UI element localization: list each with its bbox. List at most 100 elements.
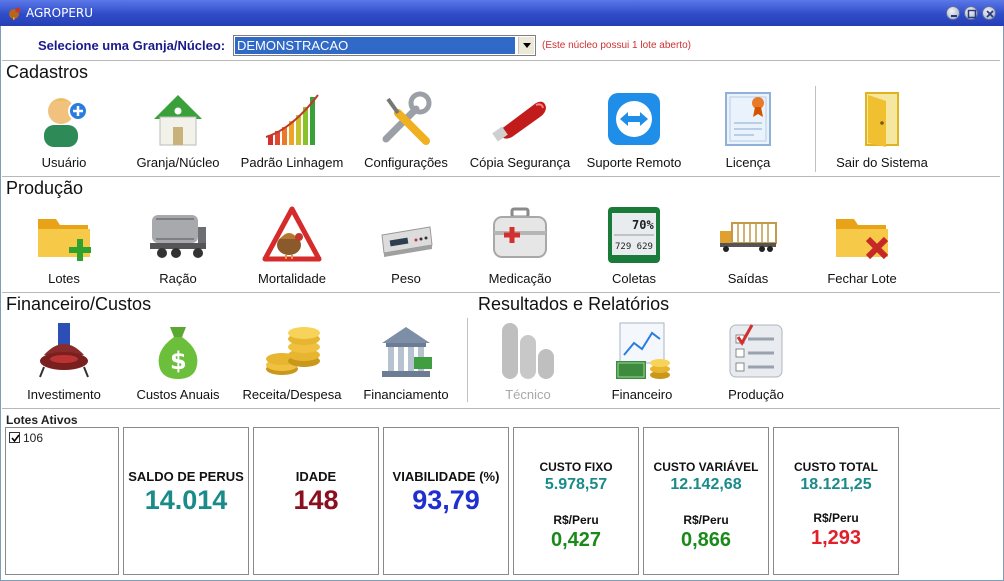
custo-fixo-label: CUSTO FIXO <box>539 460 613 474</box>
window-title: AGROPERU <box>26 6 94 20</box>
section-title-financeiro: Financeiro/Custos <box>6 294 152 314</box>
investimento-label: Investimento <box>27 387 101 402</box>
custo-variavel-per-peru-value: 0,866 <box>680 529 732 551</box>
suporte-remoto-button[interactable]: Suporte Remoto <box>574 89 694 185</box>
investimento-button[interactable]: Investimento <box>4 321 124 417</box>
granja-select-value: DEMONSTRACAO <box>235 37 515 54</box>
viabilidade-card: VIABILIDADE (%) 93,79 <box>383 427 509 575</box>
divider <box>2 60 1000 61</box>
tools-icon <box>382 91 432 145</box>
lotes-ativos-list: 106 <box>5 427 119 575</box>
title-bar: AGROPERU <box>0 0 1004 26</box>
mortalidade-button[interactable]: Mortalidade <box>232 205 352 301</box>
granja-nucleo-button[interactable]: Granja/Núcleo <box>118 89 238 185</box>
custo-total-per-peru-label: R$/Peru <box>813 511 859 525</box>
custo-variavel-per-peru-label: R$/Peru <box>683 513 729 527</box>
divider <box>2 176 1000 177</box>
custo-fixo-per-peru-value: 0,427 <box>550 529 602 551</box>
medicacao-label: Medicação <box>488 271 552 286</box>
receita-despesa-button[interactable]: Receita/Despesa <box>232 321 352 417</box>
remote-support-icon <box>608 93 660 145</box>
granja-selector-label: Selecione uma Granja/Núcleo: <box>38 38 226 53</box>
close-button[interactable] <box>982 6 996 20</box>
suporte-remoto-label: Suporte Remoto <box>586 155 682 170</box>
granja-select-dropdown[interactable] <box>518 37 534 54</box>
lotes-ativos-title: Lotes Ativos <box>6 413 78 427</box>
divider <box>2 292 1000 293</box>
user-add-icon <box>44 98 88 147</box>
maximize-button[interactable] <box>964 6 978 20</box>
peso-label: Peso <box>391 271 421 286</box>
usb-drive-icon <box>492 101 546 142</box>
tecnico-label: Técnico <box>505 387 551 402</box>
svg-text:$: $ <box>170 347 187 375</box>
feeder-icon <box>39 323 89 378</box>
divider <box>2 408 1000 409</box>
close-icon <box>986 10 994 18</box>
maximize-icon <box>967 9 977 19</box>
copia-seguranca-label: Cópia Segurança <box>469 155 571 170</box>
folder-close-icon <box>836 219 889 260</box>
peso-button[interactable]: Peso <box>346 205 466 301</box>
saidas-button[interactable]: Saídas <box>688 205 808 301</box>
scale-icon <box>381 226 433 257</box>
svg-text:70%: 70% <box>632 218 654 232</box>
list-item[interactable]: 106 <box>9 431 43 445</box>
lote-checkbox[interactable] <box>9 432 20 443</box>
custos-anuais-button[interactable]: $ Custos Anuais <box>118 321 238 417</box>
section-title-cadastros: Cadastros <box>6 62 89 82</box>
lotes-button[interactable]: Lotes <box>4 205 124 301</box>
idade-label: IDADE <box>295 469 337 484</box>
producao-report-button[interactable]: Produção <box>696 321 816 417</box>
financiamento-label: Financiamento <box>363 387 449 402</box>
racao-label: Ração <box>159 271 197 286</box>
custos-anuais-label: Custos Anuais <box>136 387 220 402</box>
coletas-label: Coletas <box>611 271 657 286</box>
granja-nucleo-label: Granja/Núcleo <box>136 155 220 170</box>
money-bag-icon: $ <box>158 327 198 379</box>
fechar-lote-button[interactable]: Fechar Lote <box>802 205 922 301</box>
custo-fixo-value: 5.978,57 <box>544 476 608 493</box>
padrao-linhagem-label: Padrão Linhagem <box>240 155 344 170</box>
lotes-label: Lotes <box>48 271 80 286</box>
padrao-linhagem-button[interactable]: Padrão Linhagem <box>232 89 352 185</box>
thermometer-display-icon: 70% 729 629 <box>608 207 660 263</box>
chevron-down-icon <box>523 43 531 48</box>
open-lot-note: (Este núcleo possui 1 lote aberto) <box>542 40 691 51</box>
coletas-button[interactable]: 70% 729 629 Coletas <box>574 205 694 301</box>
licenca-button[interactable]: Licença <box>688 89 808 185</box>
feed-truck-icon <box>150 215 206 258</box>
exit-door-icon <box>865 92 899 147</box>
fechar-lote-label: Fechar Lote <box>827 271 897 286</box>
financeiro-report-label: Financeiro <box>611 387 673 402</box>
custo-total-value: 18.121,25 <box>800 476 872 493</box>
minimize-button[interactable] <box>946 6 960 20</box>
saldo-perus-value: 14.014 <box>144 485 228 515</box>
racao-button[interactable]: Ração <box>118 205 238 301</box>
custo-total-label: CUSTO TOTAL <box>794 460 878 474</box>
viabilidade-label: VIABILIDADE (%) <box>392 469 500 484</box>
financiamento-button[interactable]: Financiamento <box>346 321 466 417</box>
transport-truck-icon <box>720 222 777 252</box>
saldo-perus-card: SALDO DE PERUS 14.014 <box>123 427 249 575</box>
lote-number: 106 <box>23 431 44 445</box>
financial-report-icon <box>616 322 670 379</box>
usuario-button[interactable]: Usuário <box>4 89 124 185</box>
growth-chart-icon <box>265 94 319 145</box>
custo-total-per-peru-value: 1,293 <box>810 527 862 549</box>
medicacao-button[interactable]: Medicação <box>460 205 580 301</box>
custo-total-card: CUSTO TOTAL 18.121,25 R$/Peru 1,293 <box>773 427 899 575</box>
configuracoes-button[interactable]: Configurações <box>346 89 466 185</box>
coins-icon <box>266 327 320 375</box>
usuario-label: Usuário <box>41 155 87 170</box>
sair-sistema-button[interactable]: Sair do Sistema <box>822 89 942 185</box>
tecnico-button[interactable]: Técnico <box>468 321 588 417</box>
sair-sistema-label: Sair do Sistema <box>836 155 928 170</box>
copia-seguranca-button[interactable]: Cópia Segurança <box>460 89 580 185</box>
turkey-warning-icon <box>262 206 322 262</box>
financeiro-report-button[interactable]: Financeiro <box>582 321 702 417</box>
first-aid-kit-icon <box>493 207 547 258</box>
granja-select[interactable]: DEMONSTRACAO <box>233 35 536 56</box>
checklist-icon <box>729 324 783 378</box>
custo-variavel-label: CUSTO VARIÁVEL <box>653 460 759 474</box>
